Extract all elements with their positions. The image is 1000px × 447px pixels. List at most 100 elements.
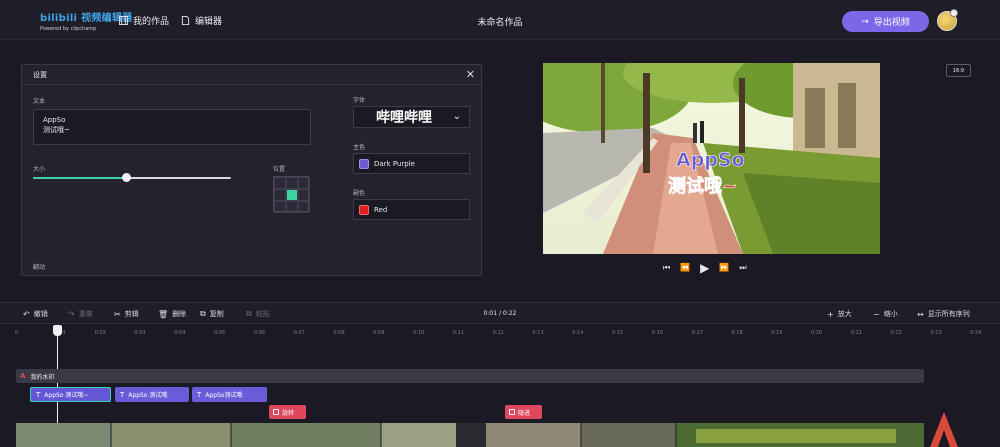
ruler-tick-label: 0:17 — [691, 330, 703, 336]
expand-icon: ↔ — [917, 309, 924, 319]
secondary-color-label: 副色 — [353, 190, 366, 197]
primary-color-label: 主色 — [353, 144, 366, 151]
ruler-tick-label: 0:16 — [651, 330, 664, 336]
position-grid — [273, 176, 310, 213]
preview-frame-image: AppSo 测试哦~ — [543, 63, 880, 254]
ruler-tick-label: 0:20 — [811, 330, 823, 336]
ruler-tick-label: 0:22 — [890, 330, 902, 336]
size-label: 大小 — [33, 166, 46, 173]
ruler-tick-label: 0:21 — [850, 330, 863, 336]
zoom-out-button[interactable]: − 缩小 — [873, 309, 898, 319]
video-track[interactable] — [16, 423, 924, 447]
size-slider-thumb[interactable] — [121, 173, 131, 182]
text-clip-label: AppSo 测试哦~ — [44, 392, 89, 399]
brand-corner-logo-icon — [930, 412, 958, 447]
ruler-tick-label: 0:10 — [413, 330, 425, 336]
watermark-logo-icon: A — [20, 372, 26, 380]
aspect-ratio-button[interactable]: 16:9 — [946, 64, 971, 77]
font-select-value: 哔哩哔哩 — [376, 110, 432, 126]
video-thumbnails — [16, 423, 924, 447]
motion-label: 翻动 — [33, 264, 46, 271]
settings-header: 设置 ✕ — [22, 65, 481, 85]
rewind-icon[interactable]: ⏪ — [680, 263, 690, 273]
ruler-tick-label: 0:04 — [174, 330, 186, 336]
zoom-in-button[interactable]: + 放大 — [827, 309, 852, 319]
arrow-right-icon: → — [861, 16, 869, 27]
position-top-right[interactable] — [298, 177, 310, 189]
preview-overlay-line1: AppSo — [676, 149, 745, 171]
transition-clip[interactable]: 旋转 — [269, 405, 306, 419]
video-preview[interactable]: AppSo 测试哦~ — [543, 63, 880, 254]
ruler-tick-label: 0:19 — [771, 330, 783, 336]
primary-color-select[interactable]: Dark Purple — [353, 153, 470, 174]
zoom-out-label: 缩小 — [883, 310, 898, 318]
transition-icon — [273, 409, 279, 415]
ruler-tick-label: 0:08 — [333, 330, 345, 336]
position-bottom-center[interactable] — [286, 201, 298, 213]
position-middle-right[interactable] — [298, 189, 310, 201]
text-icon: T — [197, 390, 202, 399]
watermark-label: 我的水印 — [30, 373, 55, 381]
text-icon: T — [120, 390, 125, 399]
text-clip[interactable]: T AppSo测试哦 — [192, 387, 267, 402]
ruler-tick-label: 0:11 — [452, 330, 465, 336]
transition-label: 旋转 — [282, 409, 295, 417]
ruler-tick-label: 0:14 — [572, 330, 584, 336]
ruler-tick-label: 0:05 — [214, 330, 226, 336]
secondary-color-select[interactable]: Red — [353, 199, 470, 220]
playhead-handle[interactable] — [53, 325, 62, 336]
position-top-left[interactable] — [274, 177, 286, 189]
primary-color-value: Dark Purple — [374, 159, 415, 168]
ruler-tick-label: 0:18 — [731, 330, 743, 336]
position-top-center[interactable] — [286, 177, 298, 189]
export-video-label: 导出视频 — [873, 18, 910, 28]
skip-to-end-icon[interactable]: ⏭ — [739, 263, 746, 273]
app-header: bilibili 视频编辑器 Powered by clipchamp 我的作品… — [0, 0, 1000, 40]
minus-icon: − — [873, 309, 880, 319]
text-clip-label: AppSo测试哦 — [205, 392, 243, 399]
skip-to-start-icon[interactable]: ⏮ — [663, 263, 670, 273]
ruler-tick-label: 0:23 — [930, 330, 942, 336]
timeline-ruler[interactable]: 00:010:020:030:040:050:060:070:080:090:1… — [0, 325, 1000, 339]
text-clip[interactable]: T AppSo 测试哦~ — [30, 387, 111, 402]
text-label: 文本 — [33, 98, 46, 105]
position-bottom-left[interactable] — [274, 201, 286, 213]
watermark-track[interactable]: A 我的水印 — [16, 369, 924, 383]
ruler-tick-label: 0:02 — [94, 330, 106, 336]
preview-overlay-line2: 测试哦~ — [668, 175, 737, 197]
show-all-button[interactable]: ↔ 显示所有序列 — [917, 309, 970, 319]
play-icon[interactable]: ▶ — [700, 262, 709, 274]
ruler-tick-label: 0:09 — [373, 330, 385, 336]
text-icon: T — [36, 390, 41, 399]
text-clip[interactable]: T AppSo 测试哦 — [115, 387, 189, 402]
position-label: 位置 — [273, 166, 286, 173]
close-icon[interactable]: ✕ — [466, 69, 475, 80]
ruler-tick-label: 0:06 — [253, 330, 266, 336]
ruler-tick-label: 0:12 — [492, 330, 504, 336]
ruler-tick-label: 0:07 — [293, 330, 305, 336]
show-all-label: 显示所有序列 — [927, 310, 970, 318]
export-video-button[interactable]: → 导出视频 — [842, 11, 929, 32]
text-clip-label: AppSo 测试哦 — [128, 392, 168, 399]
size-slider-fill — [33, 177, 127, 179]
transition-label: 隐进 — [518, 409, 531, 417]
ruler-tick-label: 0:03 — [134, 330, 146, 336]
avatar-badge — [950, 9, 958, 17]
chevron-down-icon: ⌄ — [452, 111, 461, 122]
size-slider-track[interactable] — [33, 177, 231, 179]
plus-icon: + — [827, 309, 834, 319]
timeline-toolbar: ↶ 撤销 ↷ 重做 ✂ 剪辑 🗑 删除 ⧉ 复制 ⧉ 粘贴 0:01 / 0:22 + 放大 … — [0, 302, 1000, 324]
fast-forward-icon[interactable]: ⏩ — [719, 263, 729, 273]
font-select[interactable]: 哔哩哔哩 ⌄ — [353, 106, 470, 128]
transition-clip[interactable]: 隐进 — [505, 405, 542, 419]
ruler-tick-label: 0:13 — [532, 330, 544, 336]
font-label: 字体 — [353, 97, 366, 104]
secondary-color-swatch — [359, 204, 369, 215]
position-center[interactable] — [286, 189, 298, 201]
ruler-tick-label: 0 — [15, 330, 19, 336]
position-middle-left[interactable] — [274, 189, 286, 201]
settings-panel: 设置 ✕ 文本 AppSo 测试哦~ 大小 位置 字体 哔哩哔哩 ⌄ 主色 Da… — [21, 64, 482, 276]
zoom-in-label: 放大 — [837, 310, 852, 318]
position-bottom-right[interactable] — [298, 201, 310, 213]
text-input[interactable]: AppSo 测试哦~ — [33, 109, 311, 145]
